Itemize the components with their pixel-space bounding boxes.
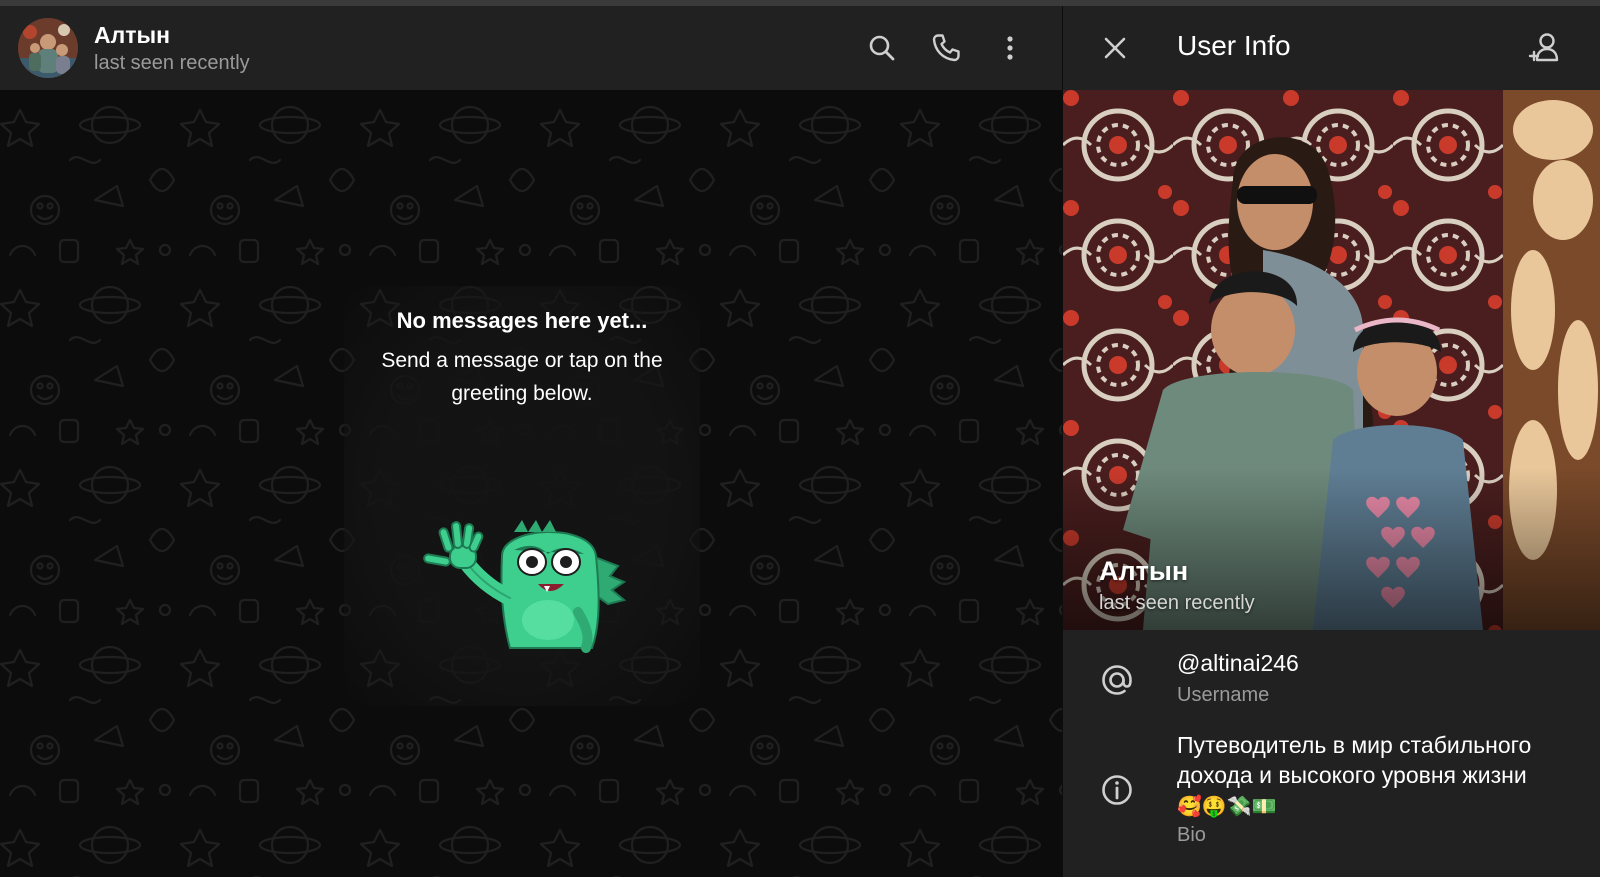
waving-green-monster-sticker [423, 520, 627, 653]
empty-state-title: No messages here yet... [396, 308, 648, 333]
profile-name: Алтын [1099, 556, 1189, 586]
at-icon [1102, 665, 1132, 695]
telegram-app: Алтын last seen recently No messages her… [0, 6, 1600, 877]
info-icon [1102, 775, 1132, 805]
close-button[interactable] [1093, 26, 1137, 70]
empty-state-subtitle: Send a message or tap on the greeting be… [381, 349, 663, 405]
more-vertical-icon [1007, 36, 1013, 60]
add-contact-icon [1528, 33, 1559, 62]
chat-header[interactable]: Алтын last seen recently [0, 6, 1062, 90]
avatar[interactable] [18, 18, 78, 78]
search-button[interactable] [860, 26, 904, 70]
bio-text: Путеводитель в мир стабильного дохода и … [1177, 732, 1532, 788]
phone-icon [932, 34, 960, 62]
search-icon [869, 35, 895, 61]
call-button[interactable] [924, 26, 968, 70]
bio-row[interactable]: Путеводитель в мир стабильного дохода и … [1063, 724, 1600, 870]
greeting-sticker[interactable] [414, 516, 634, 666]
more-button[interactable] [988, 26, 1032, 70]
bio-label: Bio [1177, 824, 1206, 846]
username-label: Username [1177, 684, 1270, 706]
profile-photo[interactable] [1063, 90, 1600, 630]
chat-title[interactable]: Алтын [94, 20, 250, 50]
bio-emoji: 🥰🤑💸💵 [1177, 794, 1277, 818]
user-info-panel: User Info Алтын last seen recently @alti… [1062, 6, 1600, 877]
profile-status: last seen recently [1099, 592, 1255, 614]
chat-area: Алтын last seen recently No messages her… [0, 6, 1062, 877]
panel-header: User Info [1063, 6, 1600, 90]
add-contact-button[interactable] [1523, 26, 1567, 70]
close-icon [1104, 37, 1126, 59]
panel-title: User Info [1177, 30, 1291, 61]
username-value: @altinai246 [1177, 650, 1299, 676]
chat-status: last seen recently [94, 52, 250, 74]
username-row[interactable]: @altinai246 Username [1063, 640, 1600, 720]
bio-value: Путеводитель в мир стабильного дохода и … [1177, 730, 1577, 821]
